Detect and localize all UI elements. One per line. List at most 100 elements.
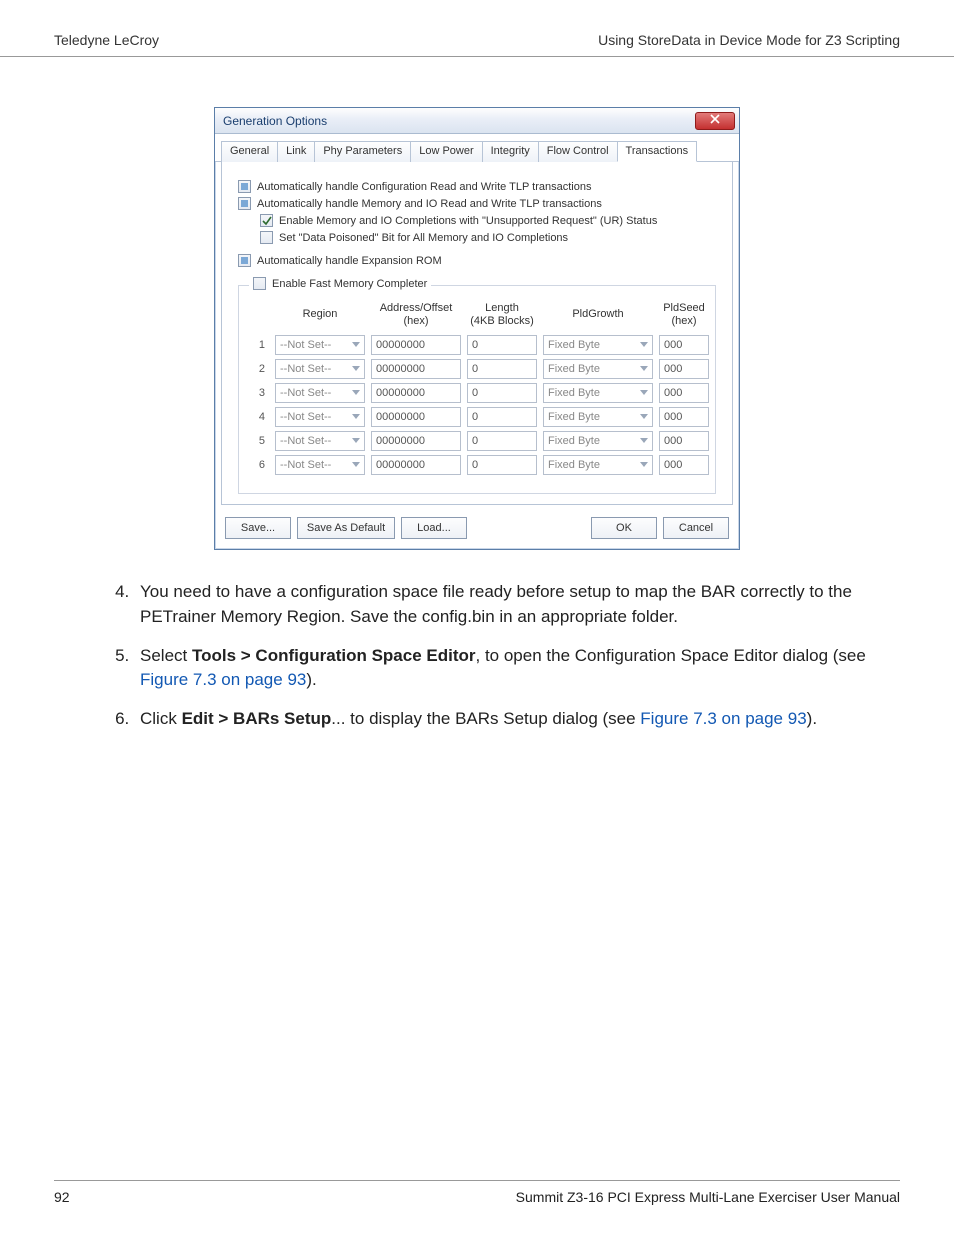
region-select[interactable]: --Not Set-- xyxy=(275,407,365,427)
pldgrowth-select[interactable]: Fixed Byte xyxy=(543,455,653,475)
checkbox-mem-io-rw-label: Automatically handle Memory and IO Read … xyxy=(257,198,602,210)
checkbox-enable-ur[interactable] xyxy=(260,214,273,227)
region-select[interactable]: --Not Set-- xyxy=(275,431,365,451)
region-select[interactable]: --Not Set-- xyxy=(275,383,365,403)
length-input[interactable]: 0 xyxy=(467,383,537,403)
list-item: You need to have a configuration space f… xyxy=(134,580,900,629)
address-input[interactable]: 00000000 xyxy=(371,431,461,451)
ok-button[interactable]: OK xyxy=(591,517,657,539)
step-6-bold: Edit > BARs Setup xyxy=(182,709,332,728)
pldgrowth-select[interactable]: Fixed Byte xyxy=(543,383,653,403)
chevron-down-icon xyxy=(352,366,360,371)
table-row: 4 --Not Set-- 00000000 0 Fixed Byte 000 xyxy=(249,407,705,427)
tab-flow-control[interactable]: Flow Control xyxy=(538,141,618,162)
step-6-pre: Click xyxy=(140,709,182,728)
col-region: Region xyxy=(275,308,365,321)
checkbox-config-rw-label: Automatically handle Configuration Read … xyxy=(257,181,591,193)
length-input[interactable]: 0 xyxy=(467,431,537,451)
row-number: 4 xyxy=(249,411,269,423)
step-6-link[interactable]: Figure 7.3 on page 93 xyxy=(640,709,806,728)
pldseed-input[interactable]: 000 xyxy=(659,383,709,403)
chevron-down-icon xyxy=(640,438,648,443)
tab-general[interactable]: General xyxy=(221,141,278,162)
dialog-button-bar: Save... Save As Default Load... OK Cance… xyxy=(215,511,739,549)
tab-low-power[interactable]: Low Power xyxy=(410,141,482,162)
address-input[interactable]: 00000000 xyxy=(371,335,461,355)
chevron-down-icon xyxy=(352,342,360,347)
checkbox-config-rw[interactable] xyxy=(238,180,251,193)
checkbox-expansion-rom-label: Automatically handle Expansion ROM xyxy=(257,255,442,267)
cancel-button[interactable]: Cancel xyxy=(663,517,729,539)
save-as-default-button[interactable]: Save As Default xyxy=(297,517,395,539)
chevron-down-icon xyxy=(352,414,360,419)
step-5-pre: Select xyxy=(140,646,192,665)
col-address-offset: Address/Offset (hex) xyxy=(371,302,461,327)
region-select[interactable]: --Not Set-- xyxy=(275,359,365,379)
pldgrowth-select[interactable]: Fixed Byte xyxy=(543,431,653,451)
page-header: Teledyne LeCroy Using StoreData in Devic… xyxy=(0,0,954,57)
col-length: Length (4KB Blocks) xyxy=(467,302,537,327)
row-number: 6 xyxy=(249,459,269,471)
length-input[interactable]: 0 xyxy=(467,359,537,379)
region-select[interactable]: --Not Set-- xyxy=(275,455,365,475)
col-pldseed: PldSeed (hex) xyxy=(659,302,709,327)
checkbox-data-poisoned-label: Set "Data Poisoned" Bit for All Memory a… xyxy=(279,232,568,244)
instruction-list: You need to have a configuration space f… xyxy=(134,580,900,731)
chevron-down-icon xyxy=(352,462,360,467)
tab-phy-parameters[interactable]: Phy Parameters xyxy=(314,141,411,162)
page-number: 92 xyxy=(54,1189,70,1205)
step-5-mid: , to open the Configuration Space Editor… xyxy=(476,646,866,665)
pldseed-input[interactable]: 000 xyxy=(659,431,709,451)
chevron-down-icon xyxy=(640,414,648,419)
table-row: 1 --Not Set-- 00000000 0 Fixed Byte 000 xyxy=(249,335,705,355)
tab-transactions[interactable]: Transactions xyxy=(617,141,698,162)
step-4-text: You need to have a configuration space f… xyxy=(140,582,852,626)
chevron-down-icon xyxy=(640,366,648,371)
checkbox-expansion-rom[interactable] xyxy=(238,254,251,267)
row-number: 5 xyxy=(249,435,269,447)
address-input[interactable]: 00000000 xyxy=(371,455,461,475)
region-select[interactable]: --Not Set-- xyxy=(275,335,365,355)
list-item: Select Tools > Configuration Space Edito… xyxy=(134,644,900,693)
address-input[interactable]: 00000000 xyxy=(371,383,461,403)
transactions-panel: Automatically handle Configuration Read … xyxy=(221,162,733,505)
save-button[interactable]: Save... xyxy=(225,517,291,539)
length-input[interactable]: 0 xyxy=(467,335,537,355)
pldseed-input[interactable]: 000 xyxy=(659,359,709,379)
table-row: 3 --Not Set-- 00000000 0 Fixed Byte 000 xyxy=(249,383,705,403)
pldseed-input[interactable]: 000 xyxy=(659,407,709,427)
checkbox-enable-fmc[interactable] xyxy=(253,277,266,290)
length-input[interactable]: 0 xyxy=(467,455,537,475)
tab-integrity[interactable]: Integrity xyxy=(482,141,539,162)
pldgrowth-select[interactable]: Fixed Byte xyxy=(543,335,653,355)
header-left: Teledyne LeCroy xyxy=(54,32,159,48)
chevron-down-icon xyxy=(640,462,648,467)
step-5-post: ). xyxy=(306,670,316,689)
footer-title: Summit Z3-16 PCI Express Multi-Lane Exer… xyxy=(516,1189,900,1205)
grid-header-row: Region Address/Offset (hex) Length (4KB … xyxy=(249,302,705,327)
table-row: 6 --Not Set-- 00000000 0 Fixed Byte 000 xyxy=(249,455,705,475)
chevron-down-icon xyxy=(640,390,648,395)
close-button[interactable] xyxy=(695,112,735,130)
pldgrowth-select[interactable]: Fixed Byte xyxy=(543,359,653,379)
row-number: 1 xyxy=(249,339,269,351)
pldseed-input[interactable]: 000 xyxy=(659,335,709,355)
address-input[interactable]: 00000000 xyxy=(371,407,461,427)
tabs-row: General Link Phy Parameters Low Power In… xyxy=(215,134,739,162)
chevron-down-icon xyxy=(352,390,360,395)
length-input[interactable]: 0 xyxy=(467,407,537,427)
load-button[interactable]: Load... xyxy=(401,517,467,539)
address-input[interactable]: 00000000 xyxy=(371,359,461,379)
fast-memory-completer-group: Enable Fast Memory Completer Region Addr… xyxy=(238,285,716,494)
step-6-post: ). xyxy=(807,709,817,728)
step-5-link[interactable]: Figure 7.3 on page 93 xyxy=(140,670,306,689)
chevron-down-icon xyxy=(352,438,360,443)
tab-link[interactable]: Link xyxy=(277,141,315,162)
table-row: 5 --Not Set-- 00000000 0 Fixed Byte 000 xyxy=(249,431,705,451)
checkbox-data-poisoned[interactable] xyxy=(260,231,273,244)
pldgrowth-select[interactable]: Fixed Byte xyxy=(543,407,653,427)
pldseed-input[interactable]: 000 xyxy=(659,455,709,475)
page-footer: 92 Summit Z3-16 PCI Express Multi-Lane E… xyxy=(54,1180,900,1205)
checkbox-mem-io-rw[interactable] xyxy=(238,197,251,210)
header-right: Using StoreData in Device Mode for Z3 Sc… xyxy=(598,32,900,48)
